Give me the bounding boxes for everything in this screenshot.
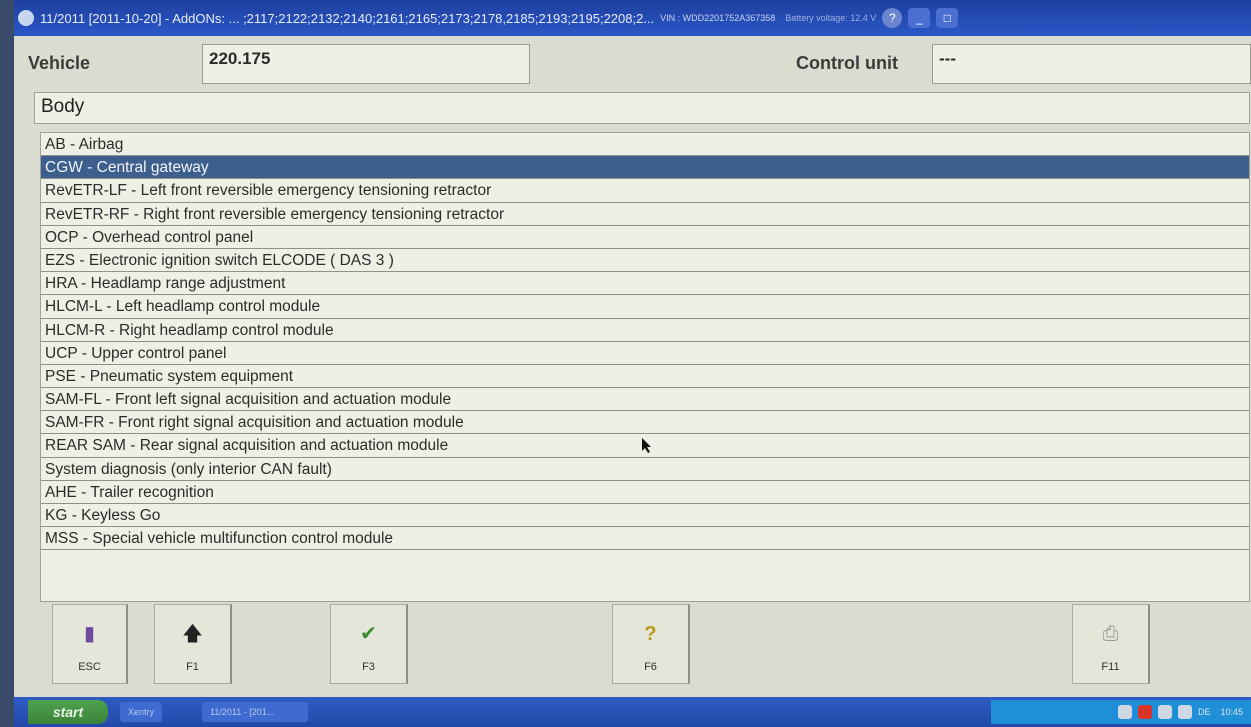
checkmark-icon: ✔ [360, 623, 377, 645]
list-item[interactable]: RevETR-RF - Right front reversible emerg… [41, 203, 1249, 226]
tray-icon[interactable] [1157, 705, 1172, 719]
battery-voltage: Battery voltage: 12.4 V [785, 13, 877, 23]
list-item[interactable]: AHE - Trailer recognition [41, 481, 1249, 504]
tray-stop-icon[interactable] [1137, 705, 1152, 719]
minimize-button[interactable]: _ [908, 8, 931, 28]
list-item[interactable]: System diagnosis (only interior CAN faul… [41, 458, 1249, 481]
f1-label: F1 [186, 661, 199, 673]
system-tray: DE 10:45 [991, 700, 1251, 724]
vehicle-label: Vehicle [28, 53, 91, 73]
control-unit-field: --- [932, 44, 1251, 84]
taskbar-item-das[interactable]: 11/2011 - [201... [202, 702, 309, 722]
f1-button[interactable]: 🡅 F1 [154, 604, 232, 684]
f3-label: F3 [362, 661, 375, 673]
list-item[interactable]: MSS - Special vehicle multifunction cont… [41, 527, 1249, 551]
app-window: 11/2011 [2011-10-20] - AddONs: ... ;2117… [14, 0, 1251, 727]
taskbar: start Xentry 11/2011 - [201... DE 10:45 [14, 697, 1251, 727]
tray-network-icon[interactable] [1177, 705, 1192, 719]
list-item[interactable]: EZS - Electronic ignition switch ELCODE … [41, 249, 1249, 273]
f3-button[interactable]: ✔ F3 [330, 604, 408, 684]
esc-label: ESC [78, 661, 101, 673]
f6-button[interactable]: ? F6 [612, 604, 690, 684]
tray-language[interactable]: DE [1198, 707, 1211, 717]
list-item[interactable]: HRA - Headlamp range adjustment [41, 272, 1249, 296]
taskbar-item-xentry[interactable]: Xentry [120, 702, 163, 722]
f6-label: F6 [644, 661, 657, 673]
list-item[interactable]: SAM-FR - Front right signal acquisition … [41, 411, 1249, 435]
control-unit-list[interactable]: AB - Airbag CGW - Central gateway RevETR-L… [40, 132, 1250, 602]
list-item[interactable]: KG - Keyless Go [41, 504, 1249, 528]
vehicle-field: 220.175 [202, 44, 530, 84]
list-item[interactable]: PSE - Pneumatic system equipment [41, 365, 1249, 389]
list-item[interactable]: UCP - Upper control panel [41, 342, 1249, 365]
list-item[interactable]: RevETR-LF - Left front reversible emerge… [41, 179, 1249, 203]
f11-button[interactable]: ⎙ F11 [1072, 604, 1150, 684]
restore-button[interactable]: □ [936, 8, 959, 28]
list-item[interactable]: OCP - Overhead control panel [41, 226, 1249, 249]
list-item-selected[interactable]: CGW - Central gateway [41, 156, 1249, 180]
list-item[interactable]: HLCM-R - Right headlamp control module [41, 319, 1249, 342]
app-icon [18, 10, 34, 26]
printer-icon: ⎙ [1102, 623, 1119, 645]
list-item[interactable]: SAM-FL - Front left signal acquisition a… [41, 388, 1249, 412]
list-item[interactable]: HLCM-L - Left headlamp control module [41, 295, 1249, 319]
vehicle-row: Vehicle 220.175 Control unit --- [14, 36, 1251, 90]
up-arrow-icon: 🡅 [182, 623, 203, 645]
help-question-icon: ? [644, 623, 657, 645]
f11-label: F11 [1101, 661, 1120, 673]
exit-door-icon: ▮ [83, 623, 95, 645]
vin-text: VIN : WDD2201752A367358 [660, 13, 776, 23]
list-item[interactable]: AB - Airbag [41, 133, 1249, 157]
start-button[interactable]: start [28, 700, 108, 724]
control-unit-label: Control unit [796, 53, 898, 73]
function-key-bar: ▮ ESC 🡅 F1 ✔ F3 ? F6 ⎙ F11 [14, 604, 1251, 686]
esc-button[interactable]: ▮ ESC [52, 604, 128, 684]
tray-icon[interactable] [1117, 705, 1132, 719]
help-icon[interactable]: ? [882, 8, 903, 28]
window-title: 11/2011 [2011-10-20] - AddONs: ... ;2117… [40, 10, 655, 26]
category-header: Body [34, 92, 1250, 124]
tray-clock: 10:45 [1220, 707, 1243, 717]
title-bar: 11/2011 [2011-10-20] - AddONs: ... ;2117… [14, 0, 1251, 36]
